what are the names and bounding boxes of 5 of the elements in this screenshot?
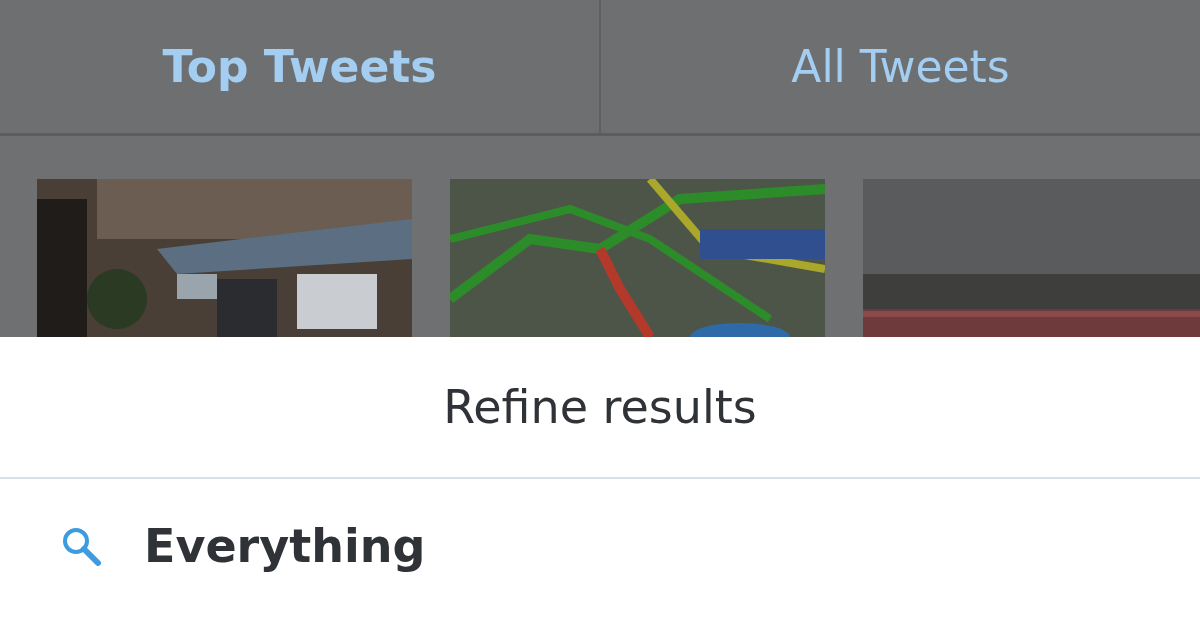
tab[interactable]: Top Tweets bbox=[0, 0, 601, 133]
search-icon bbox=[60, 525, 102, 567]
sheet-title: Refine results bbox=[0, 337, 1200, 479]
option-label[interactable]: Everything bbox=[144, 519, 426, 573]
tab[interactable]: All Tweets bbox=[601, 0, 1200, 133]
